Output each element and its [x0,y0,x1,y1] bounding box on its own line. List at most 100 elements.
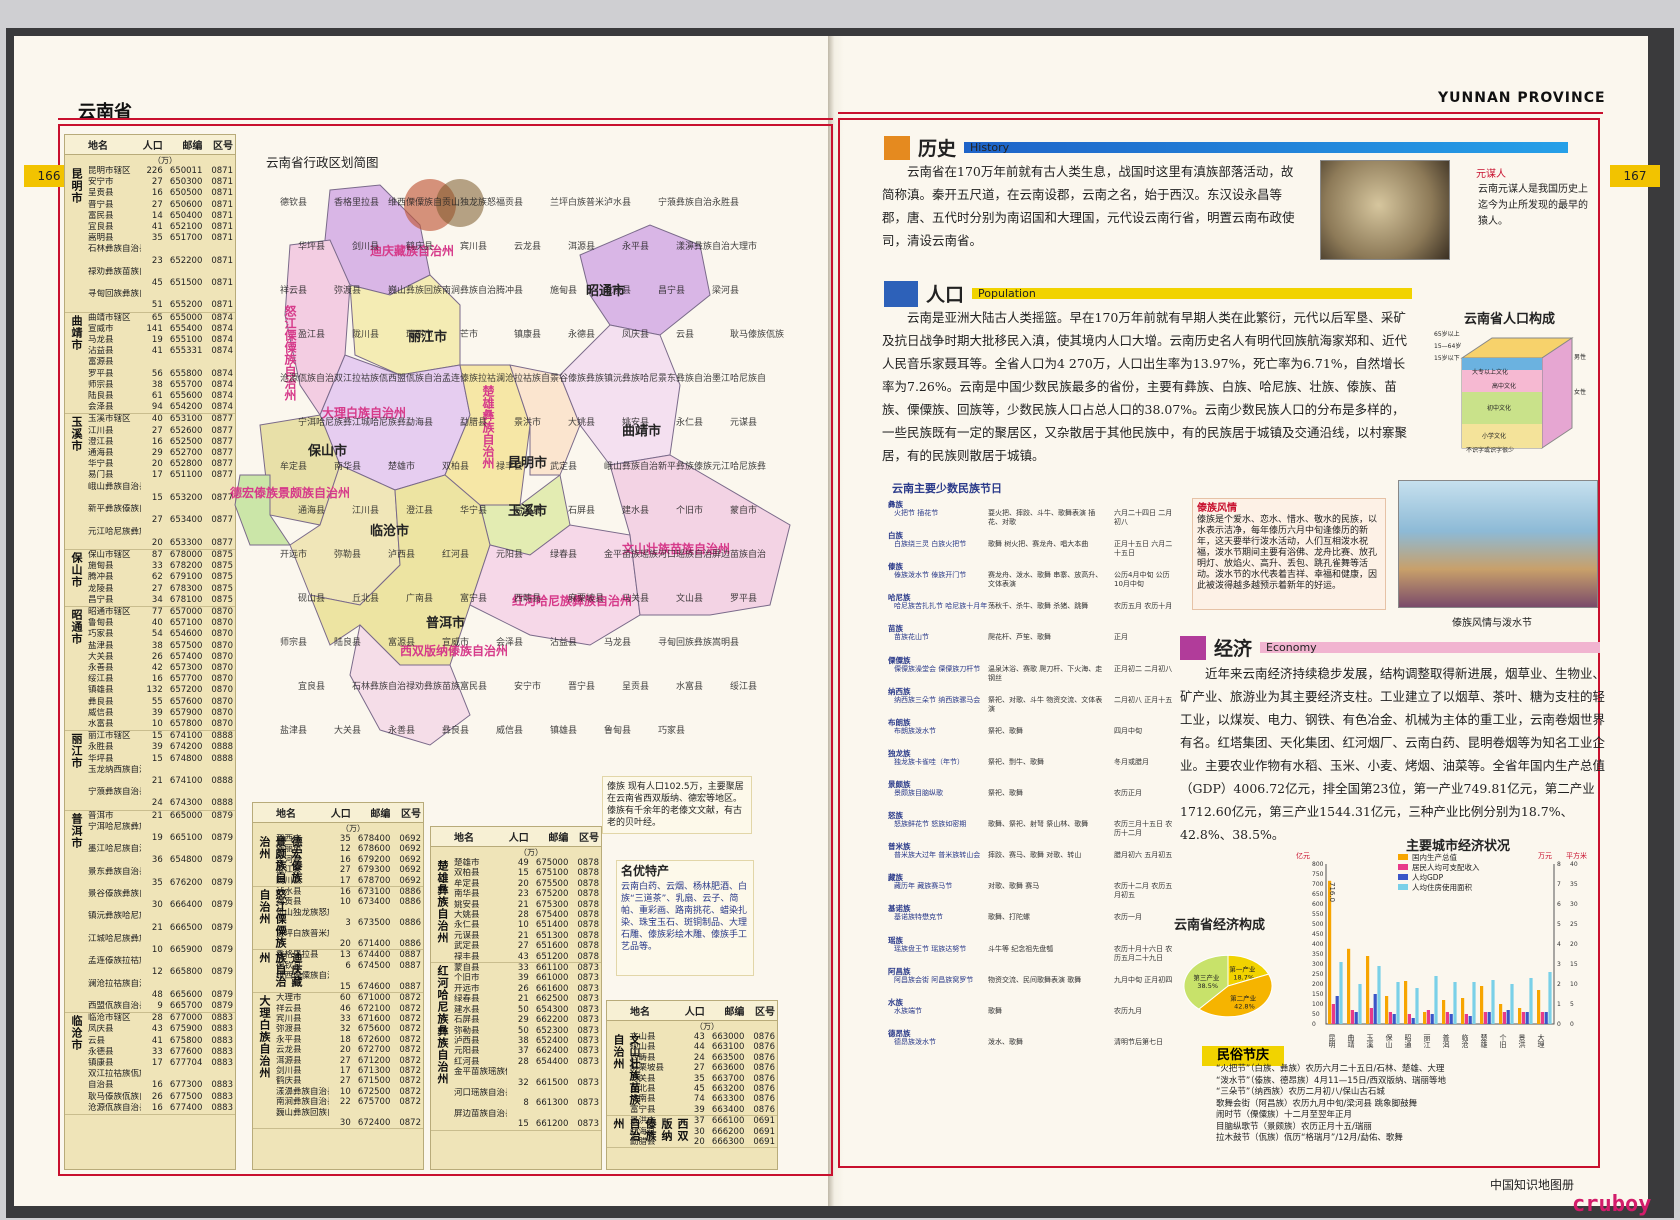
table-row: 罗平县 56 655800 0874 [85,369,235,380]
table-cell: 姚安县 [454,899,480,910]
map-county-label: 呈贡县 [622,681,649,692]
table-cell: 675800 [169,1035,203,1046]
table-cell: 嵩明县 [88,233,114,244]
map-county-label: 巧家县 [658,724,685,736]
table-cell: 永善县 [88,662,114,673]
festival-a: 祭祀、对歌、斗牛 物资交流、文体表演 [988,695,1103,713]
table-cell: 龙陵县 [88,583,114,594]
festival-d: 农历五月 农历十月 [1114,602,1173,611]
table-cell: 0873 [577,1119,599,1130]
table-cell [141,787,163,798]
table-row: 西盟佤族自治县 9 665700 0879 [85,1001,235,1012]
table-cell: 50 [517,1004,529,1015]
yunnan-map[interactable]: 迪庆藏族自治州怒江傈僳族自治州大理白族自治州 楚雄彝族自治州德宏傣族景颇族自治州西… [230,145,830,765]
table-row: 双柏县 15 675100 0878 [451,868,601,878]
table-cell: 672500 [357,1086,391,1097]
table-cell: 0886 [399,939,421,950]
table-row: 宜良县 41 652100 0871 [85,222,235,233]
table-cell: 661600 [535,983,569,994]
table-cell: 0879 [211,877,233,888]
table-cell: 0883 [211,1035,233,1046]
table-cell: 21 [151,775,163,786]
bar-1 [1442,1000,1446,1024]
table-cell: 21 [151,922,163,933]
table-cell [163,482,203,493]
table-group-name: 昭通市 [70,608,83,645]
table-cell: 654600 [169,629,203,640]
table-cell: 蒙自县 [454,963,480,974]
left-tick: 100 [1312,1001,1324,1008]
table-row: 耿马傣族佤族自治县 26 677500 0883 [85,1092,235,1103]
right-tick-2: 0 [1570,1021,1574,1028]
table-cell: 653300 [169,537,203,548]
festival-n: 藏历年 藏族赛马节 [894,882,953,891]
table-cell: 0879 [211,900,233,911]
map-county-label: 富宁县 [460,592,487,604]
bar-4 [1491,980,1495,1024]
table-cell [163,267,203,278]
table-row: 禄劝彝族苗族自治县 [85,267,235,278]
festival-e: 德昂族 [888,1028,911,1038]
map-county-label: 个旧市 [676,504,703,516]
map-county-label: 广南县 [406,592,433,604]
table-cell: 西盟佤族自治县 [88,1001,141,1012]
table-cell: 永德县 [88,1046,114,1057]
table-cell: 0886 [399,918,421,929]
table-row: 安宁市 27 650300 0871 [85,177,235,188]
table-cell: 16 [339,887,351,898]
table-cell: 654400 [535,1056,569,1067]
festival-row: 景颇族 景颇族目脑纵歌 祭祀、歌舞 农历正月 [888,780,1176,811]
table-cell: 665000 [169,810,203,821]
table-cell: 663600 [711,1063,745,1074]
bar-2 [1483,1012,1487,1024]
table-row: 个旧市 39 661000 0873 [451,973,601,983]
map-county-label: 水富县 [676,680,703,692]
left-tick: 200 [1312,981,1324,988]
table-row: 麻栗坡县 27 663600 0876 [627,1063,777,1073]
right-tick-2: 10 [1570,981,1578,988]
bar-1 [1347,948,1351,1024]
cube-label: 15岁以下 [1434,354,1460,362]
table-row: 48 665600 0879 [85,990,235,1001]
table-row: 玉龙纳西族自治县 [85,765,235,776]
table-cell: 禄劝彝族苗族自治县 [88,266,141,277]
table-cell: 巧家县 [88,629,114,640]
table-cell: 678700 [357,875,391,886]
bar-3 [1373,994,1377,1024]
map-county-label: 富源县 [388,636,415,648]
table-cell: 671400 [357,939,391,950]
map-county-label: 泸水县 [604,196,631,208]
table-cell: 13 [339,950,351,961]
table-row: 30 666400 0879 [85,900,235,911]
map-county-label: 宣威市 [442,636,469,648]
table-cell: 20 [151,537,163,548]
festival-row: 苗族 苗族花山节 爬花杆、芦笙、歌舞 正月 [888,624,1176,655]
table-cell [529,1067,569,1077]
table-cell: 0887 [399,960,421,971]
festival-d: 二月初八 正月十五 [1114,695,1173,704]
map-county-label: 富民县 [460,680,487,692]
map-county-label: 陇川县 [352,328,379,340]
x-tick-label: 普洱 [1442,1033,1450,1049]
map-county-label: 大理市 [730,240,757,252]
map-prefecture-label: 怒江傈僳族自治州 [283,304,297,402]
table-cell: 威信县 [88,707,114,718]
map-county-label: 永善县 [388,724,415,736]
table-group-name: 德宏傣族景颇族自治州 [258,836,303,884]
right-tick: 1 [1557,1001,1561,1008]
table-cell: 673500 [357,918,391,929]
table-row: 富民县 14 650400 0871 [85,211,235,222]
table-row: 云县 41 675800 0883 [85,1036,235,1047]
table-cell: 祥云县 [276,1003,302,1014]
table-cell [202,822,235,833]
festival-n: 白族绕三灵 白族火把节 [894,540,967,549]
table-cell: 39 [517,973,529,984]
table-cell: 77 [151,606,163,617]
table-cell: 19 [151,832,163,843]
far-data-table: 地名 人口 邮编 区号 （万） 文山壮族苗族自治州 文山县 43 663000 0876 砚山县 44… [606,1000,778,1170]
table-cell: 镇雄县 [88,685,114,696]
map-county-label: 元江哈尼族彝 [712,460,766,472]
population-text: 云南是亚洲大陆古人类摇篮。早在170万年前就有早期人类在此繁衍，元代以后军垦、采… [882,310,1408,463]
table-group: 玉溪市 玉溪市辖区 40 653100 0877 江川县 27 652600 0877 澄江县 16… [65,414,235,550]
right-data-table: 地名 人口 邮编 区号 （万） 楚雄彝族自治州 楚雄市 49 675000 0878 双柏县 15 67… [430,826,602,1170]
